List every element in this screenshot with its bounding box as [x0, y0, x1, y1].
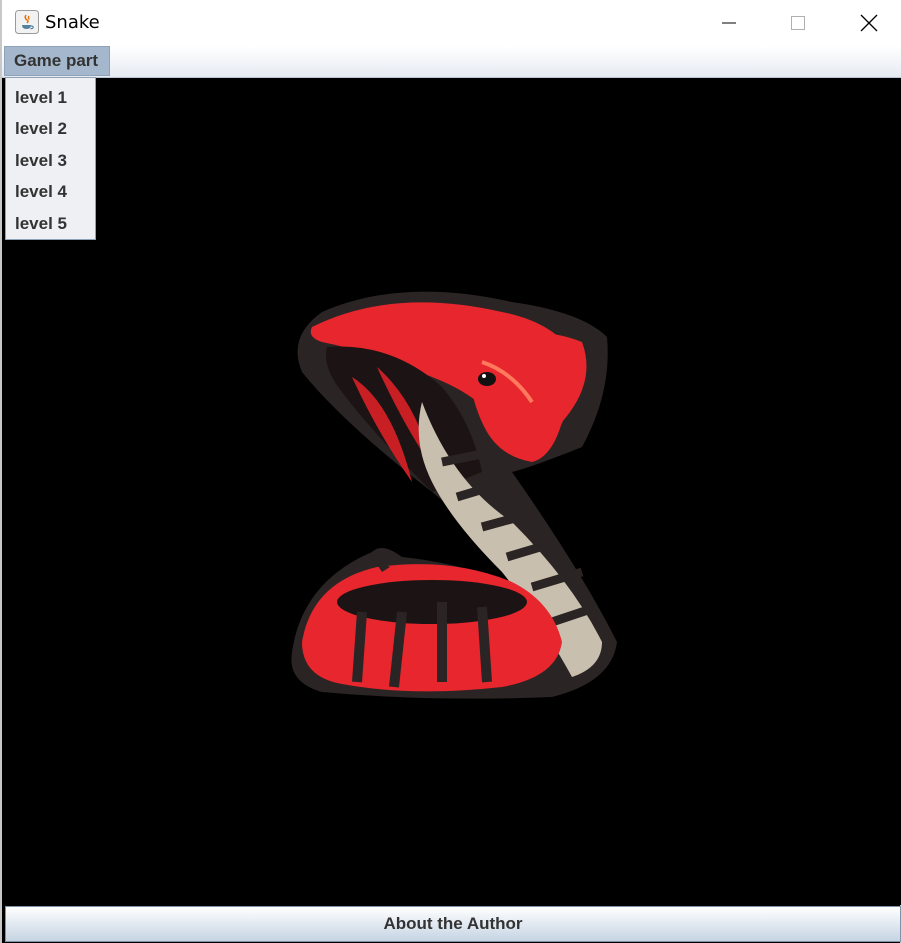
- close-button[interactable]: [834, 0, 901, 46]
- about-author-button[interactable]: About the Author: [5, 906, 901, 942]
- menu-item-level-3[interactable]: level 3: [6, 145, 95, 177]
- menu-bar: Game part: [2, 46, 901, 78]
- menu-item-level-5[interactable]: level 5: [6, 208, 95, 240]
- title-bar[interactable]: Snake: [2, 0, 901, 46]
- menu-item-level-2[interactable]: level 2: [6, 114, 95, 146]
- app-window: Snake Game part level 1 level 2 level 3 …: [0, 0, 901, 943]
- level-dropdown-menu: level 1 level 2 level 3 level 4 level 5: [5, 77, 96, 240]
- minimize-button[interactable]: [694, 0, 764, 46]
- window-title: Snake: [45, 12, 100, 33]
- maximize-button[interactable]: [763, 0, 833, 46]
- minimize-icon: [722, 22, 736, 24]
- menu-item-level-4[interactable]: level 4: [6, 177, 95, 209]
- maximize-icon: [791, 16, 805, 30]
- snake-logo-image: [291, 291, 617, 699]
- java-app-icon: [15, 10, 39, 34]
- menu-item-level-1[interactable]: level 1: [6, 82, 95, 114]
- menu-game-part[interactable]: Game part: [4, 46, 110, 76]
- close-icon: [860, 14, 878, 32]
